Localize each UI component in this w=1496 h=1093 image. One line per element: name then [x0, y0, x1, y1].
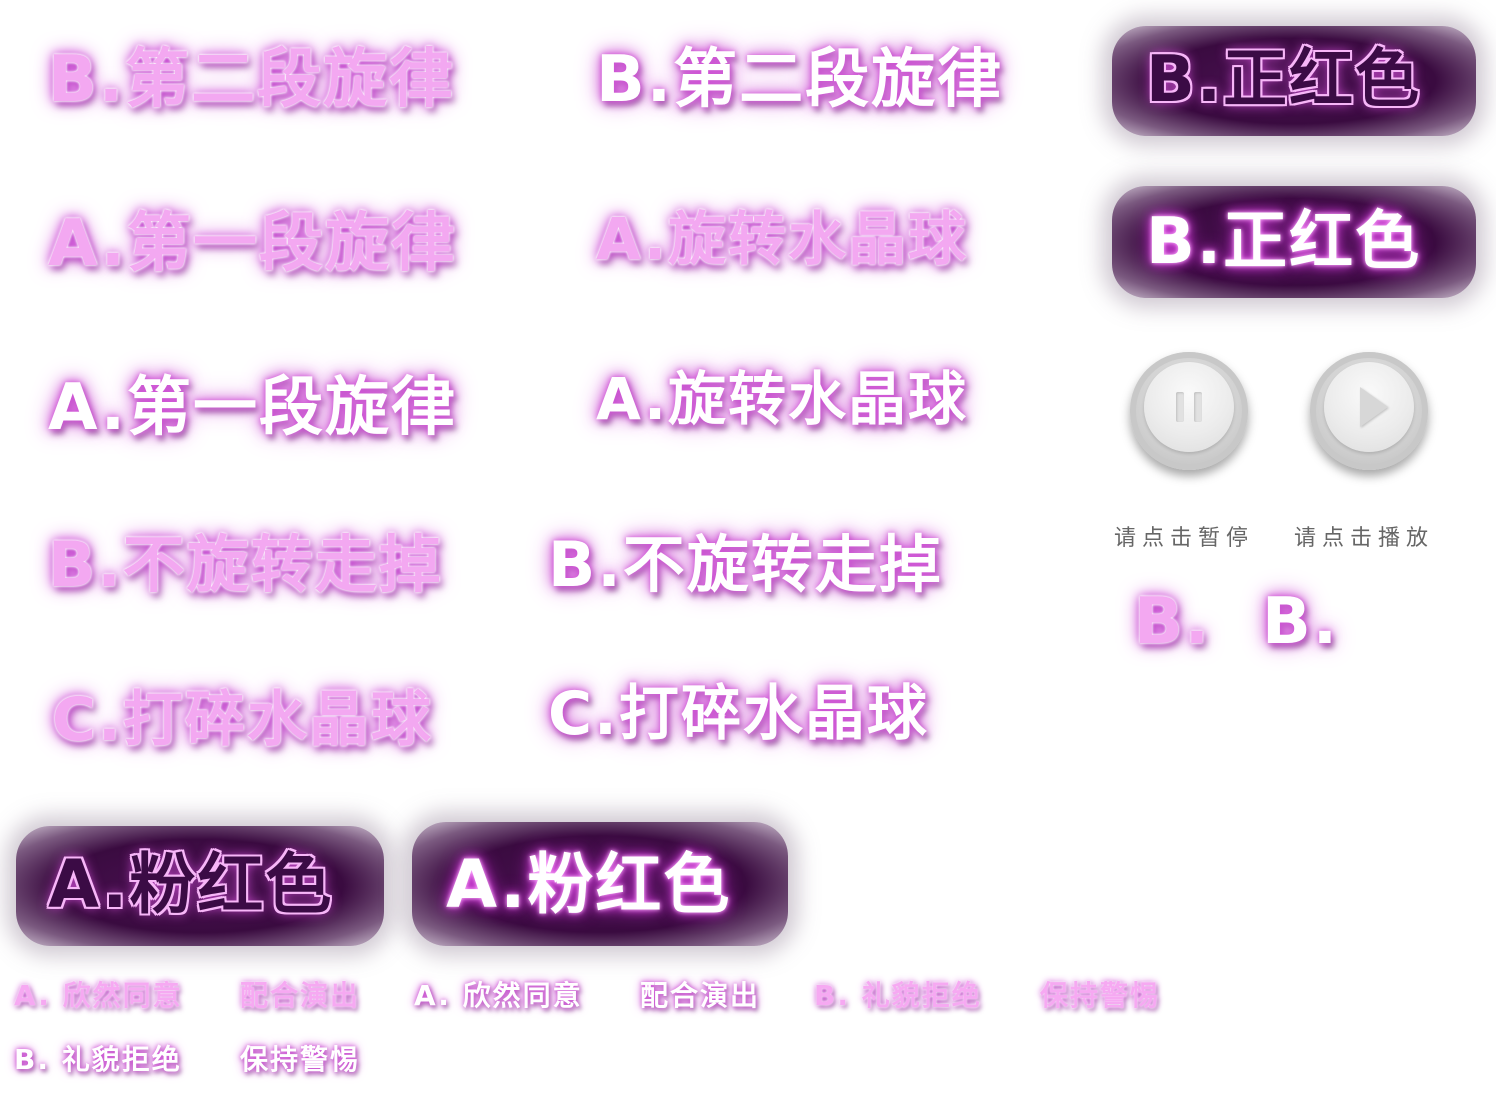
pause-caption: 请点击暂停: [1114, 526, 1255, 551]
label-b-short-pink[interactable]: B.: [1134, 590, 1211, 654]
label-b-no-rotate-pink[interactable]: B.不旋转走掉: [48, 534, 443, 596]
small-b-refuse-pink[interactable]: B. 礼貌拒绝: [814, 982, 982, 1010]
label-b-red-outline[interactable]: B.正红色: [1146, 48, 1421, 112]
play-icon: [1324, 362, 1414, 452]
label-a-pink-outline[interactable]: A.粉红色: [48, 852, 333, 918]
small-a-accept-pink[interactable]: A. 欣然同意: [14, 982, 183, 1010]
label-c-break-crystal-white[interactable]: C.打碎水晶球: [548, 684, 929, 744]
label-a-rotate-crystal-white[interactable]: A.旋转水晶球: [596, 370, 968, 428]
small-a-accept-white[interactable]: A. 欣然同意: [414, 982, 583, 1010]
label-b-short-white[interactable]: B.: [1262, 590, 1339, 654]
label-a-first-melody-pink[interactable]: A.第一段旋律: [48, 212, 457, 276]
play-button[interactable]: [1310, 352, 1428, 470]
label-c-break-crystal-pink[interactable]: C.打碎水晶球: [52, 690, 433, 750]
pause-button[interactable]: [1130, 352, 1248, 470]
pause-icon: [1144, 362, 1234, 452]
label-b-second-melody-white[interactable]: B.第二段旋律: [596, 48, 1003, 112]
small-a-cooperate-white[interactable]: 配合演出: [640, 982, 760, 1010]
label-b-no-rotate-white[interactable]: B.不旋转走掉: [548, 534, 943, 596]
small-b-alert-pink[interactable]: 保持警惕: [1040, 982, 1160, 1010]
label-a-rotate-crystal-pink[interactable]: A.旋转水晶球: [596, 210, 968, 268]
play-caption: 请点击播放: [1294, 526, 1435, 551]
label-a-first-melody-white[interactable]: A.第一段旋律: [48, 376, 457, 440]
label-b-second-melody-pink[interactable]: B.第二段旋律: [48, 48, 455, 112]
small-a-cooperate-pink[interactable]: 配合演出: [240, 982, 360, 1010]
small-b-refuse-white[interactable]: B. 礼貌拒绝: [14, 1046, 182, 1074]
small-b-alert-white[interactable]: 保持警惕: [240, 1046, 360, 1074]
label-b-red-solid[interactable]: B.正红色: [1146, 210, 1421, 274]
label-a-pink-solid[interactable]: A.粉红色: [446, 852, 731, 918]
